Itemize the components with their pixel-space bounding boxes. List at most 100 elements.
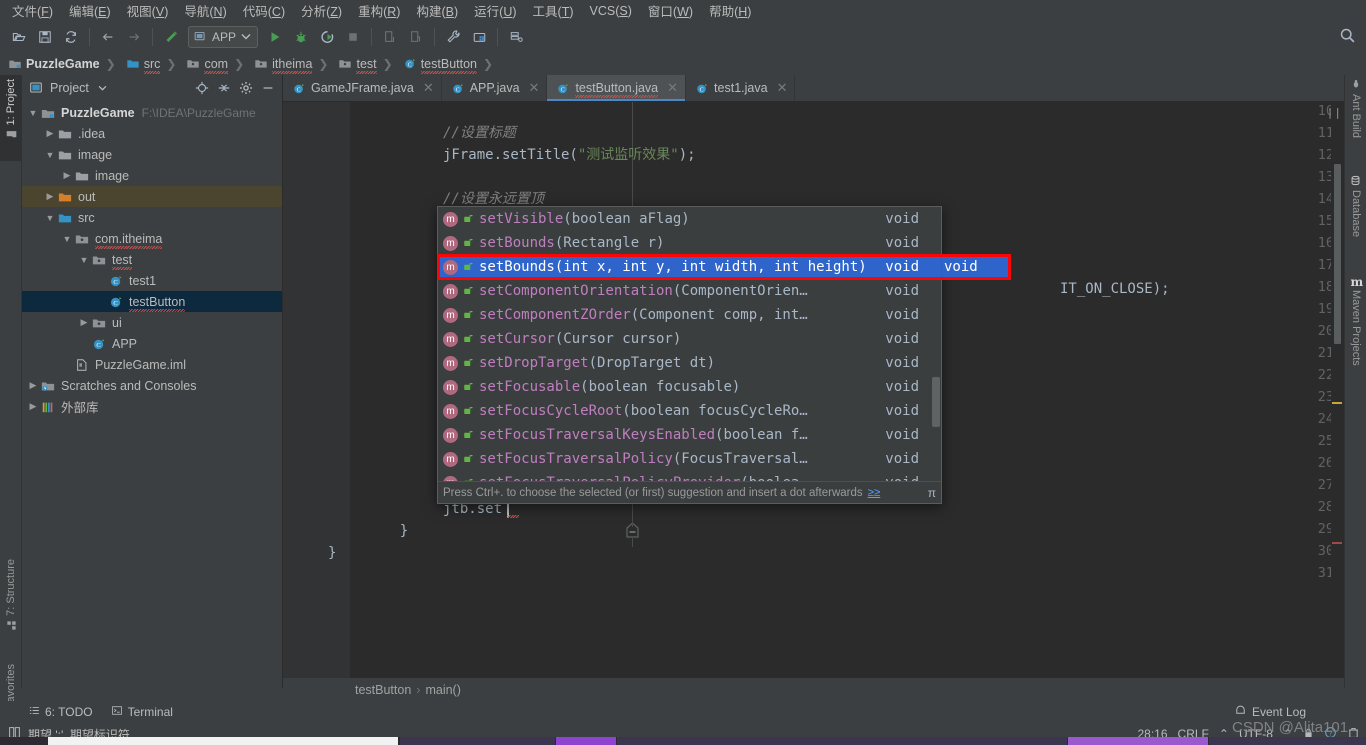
completion-item-3[interactable]: m setComponentOrientation(ComponentOrien…… — [438, 279, 941, 303]
chevron-down-icon[interactable] — [95, 80, 111, 96]
tree-node-te-t[interactable]: ▼ test — [22, 249, 282, 270]
back-arrow-icon[interactable] — [95, 24, 121, 50]
completion-list[interactable]: m setVisible(boolean aFlag) void m setBounds… — [438, 207, 941, 481]
sync-icon[interactable] — [58, 24, 84, 50]
close-icon[interactable]: ✕ — [529, 80, 540, 96]
tree-node-puzzlegame[interactable]: ▼ PuzzleGame F:\IDEA\PuzzleGame — [22, 102, 282, 123]
editor-tab-test1-java[interactable]: Ctest1.java ✕ — [686, 75, 796, 101]
breadcrumb-item-itheima[interactable]: itheima ❯ — [250, 53, 334, 74]
taskbar-window-5[interactable] — [1068, 737, 1208, 745]
editor-scrollbar[interactable] — [1331, 102, 1344, 678]
hide-icon[interactable] — [260, 80, 276, 96]
completion-item-4[interactable]: m setComponentZOrder(Component comp, int…… — [438, 303, 941, 327]
breadcrumb-segment-0[interactable]: testButton — [355, 683, 411, 697]
sidebar-tab-project[interactable]: 1: Project — [0, 75, 22, 161]
menu-item-10[interactable]: VCS(S) — [582, 2, 640, 20]
chevron-right-icon[interactable]: ▶ — [77, 317, 91, 328]
tree-node-app[interactable]: C APP — [22, 333, 282, 354]
breadcrumb-item-testbutton[interactable]: CtestButton ❯ — [399, 53, 499, 74]
breadcrumb-item-puzzlegame[interactable]: PuzzleGame ❯ — [4, 53, 122, 74]
menu-item-3[interactable]: 导航(N) — [176, 0, 234, 22]
tree-node-com-itheima[interactable]: ▼ com.itheima — [22, 228, 282, 249]
editor-fold-area[interactable] — [350, 102, 415, 678]
close-icon[interactable]: ✕ — [667, 80, 678, 96]
taskbar-window-6[interactable] — [1209, 737, 1366, 745]
completion-scrollbar-thumb[interactable] — [932, 377, 940, 427]
menu-item-6[interactable]: 重构(R) — [350, 0, 408, 22]
taskbar-window-3[interactable] — [556, 737, 616, 745]
chevron-down-icon[interactable]: ▼ — [43, 213, 57, 223]
run-coverage-icon[interactable] — [314, 24, 340, 50]
chevron-down-icon[interactable]: ▼ — [43, 150, 57, 160]
chevron-right-icon[interactable]: ▶ — [60, 170, 74, 181]
tree-node-scratche- and con-ole-[interactable]: ▶ Scratches and Consoles — [22, 375, 282, 396]
inspection-status-icon[interactable]: || — [1327, 106, 1342, 119]
project-tree[interactable]: ▼ PuzzleGame F:\IDEA\PuzzleGame ▶ .idea ▼ imag… — [22, 100, 282, 688]
menu-item-9[interactable]: 工具(T) — [525, 0, 582, 22]
editor-tab-app-java[interactable]: C APP.java ✕ — [442, 75, 548, 101]
completion-item-0[interactable]: m setVisible(boolean aFlag) void — [438, 207, 941, 231]
editor-tab-testbutton-java[interactable]: CtestButton.java ✕ — [547, 75, 687, 101]
gear-icon[interactable] — [238, 80, 254, 96]
wrench-settings-icon[interactable] — [440, 24, 466, 50]
tree-node-ui[interactable]: ▶ ui — [22, 312, 282, 333]
hammer-build-icon[interactable] — [158, 24, 184, 50]
search-everywhere-icon[interactable] — [1339, 27, 1356, 47]
chevron-right-icon[interactable]: ▶ — [26, 401, 40, 412]
completion-item-11[interactable]: msetFocusTraversalPolicyProvider(boolea…… — [438, 471, 941, 481]
menu-item-2[interactable]: 视图(V) — [119, 0, 177, 22]
project-structure-icon[interactable] — [466, 24, 492, 50]
breadcrumb-item-src[interactable]: src ❯ — [122, 53, 183, 74]
open-folder-icon[interactable] — [6, 24, 32, 50]
completion-item-8[interactable]: m setFocusCycleRoot(boolean focusCycleRo…… — [438, 399, 941, 423]
completion-item-5[interactable]: m setCursor(Cursor cursor) void — [438, 327, 941, 351]
taskbar-window-2[interactable] — [400, 737, 555, 745]
completion-item-10[interactable]: m setFocusTraversalPolicy(FocusTraversal…… — [438, 447, 941, 471]
breadcrumb-item-com[interactable]: com ❯ — [182, 53, 250, 74]
event-log-button[interactable]: Event Log — [1234, 701, 1306, 723]
completion-item-2[interactable]: m setBounds(int x, int y, int width, int … — [438, 255, 941, 279]
bottom-tab-terminal[interactable]: Terminal — [111, 705, 173, 719]
sidebar-tab-database[interactable]: Database — [1345, 171, 1366, 259]
breadcrumb-segment-1[interactable]: main() — [425, 683, 460, 697]
run-configuration-selector[interactable]: APP — [188, 25, 259, 48]
close-icon[interactable]: ✕ — [423, 80, 434, 96]
save-icon[interactable] — [32, 24, 58, 50]
editor-scrollbar-thumb[interactable] — [1334, 164, 1341, 344]
menu-item-0[interactable]: 文件(F) — [4, 0, 61, 22]
taskbar-window-4[interactable] — [617, 737, 1067, 745]
sidebar-tab-structure[interactable]: 7: Structure — [0, 555, 22, 655]
chevron-down-icon[interactable]: ▼ — [26, 108, 40, 118]
sidebar-tab-maven-projects[interactable]: m Maven Projects — [1345, 271, 1366, 406]
tree-node-te-tbutton[interactable]: CtestButton — [22, 291, 282, 312]
tree-node-image[interactable]: ▼ image — [22, 144, 282, 165]
tree-node-puzzlegame-iml[interactable]: PuzzleGame.iml — [22, 354, 282, 375]
tree-node--idea[interactable]: ▶ .idea — [22, 123, 282, 144]
menu-item-8[interactable]: 运行(U) — [466, 0, 524, 22]
menu-item-12[interactable]: 帮助(H) — [701, 0, 759, 22]
sdk-manager-icon[interactable] — [503, 24, 529, 50]
sidebar-tab-ant-build[interactable]: Ant Build — [1345, 75, 1366, 159]
editor-gutter[interactable] — [283, 102, 350, 678]
completion-item-1[interactable]: m setBounds(Rectangle r) void — [438, 231, 941, 255]
menu-item-4[interactable]: 代码(C) — [235, 0, 293, 22]
breadcrumb-item-test[interactable]: test ❯ — [334, 53, 398, 74]
debug-icon[interactable] — [288, 24, 314, 50]
completion-item-9[interactable]: m setFocusTraversalKeysEnabled(boolean f…… — [438, 423, 941, 447]
chevron-right-icon[interactable]: ▶ — [43, 128, 57, 139]
tree-node-out[interactable]: ▶ out — [22, 186, 282, 207]
error-marker[interactable] — [1332, 542, 1342, 544]
run-icon[interactable] — [262, 24, 288, 50]
chevron-down-icon[interactable]: ▼ — [60, 234, 74, 244]
tree-node--rc[interactable]: ▼ src — [22, 207, 282, 228]
completion-pi-icon[interactable]: π — [928, 486, 936, 500]
menu-item-11[interactable]: 窗口(W) — [640, 0, 701, 22]
menu-item-5[interactable]: 分析(Z) — [293, 0, 350, 22]
locate-target-icon[interactable] — [194, 80, 210, 96]
menu-item-7[interactable]: 构建(B) — [408, 0, 466, 22]
tree-node-外部库[interactable]: ▶ 外部库 — [22, 396, 282, 417]
collapse-all-icon[interactable] — [216, 80, 232, 96]
chevron-right-icon[interactable]: ▶ — [26, 380, 40, 391]
tree-node-te-t1[interactable]: Ctest1 — [22, 270, 282, 291]
bottom-tab-todo[interactable]: 6: TODO — [28, 705, 93, 719]
